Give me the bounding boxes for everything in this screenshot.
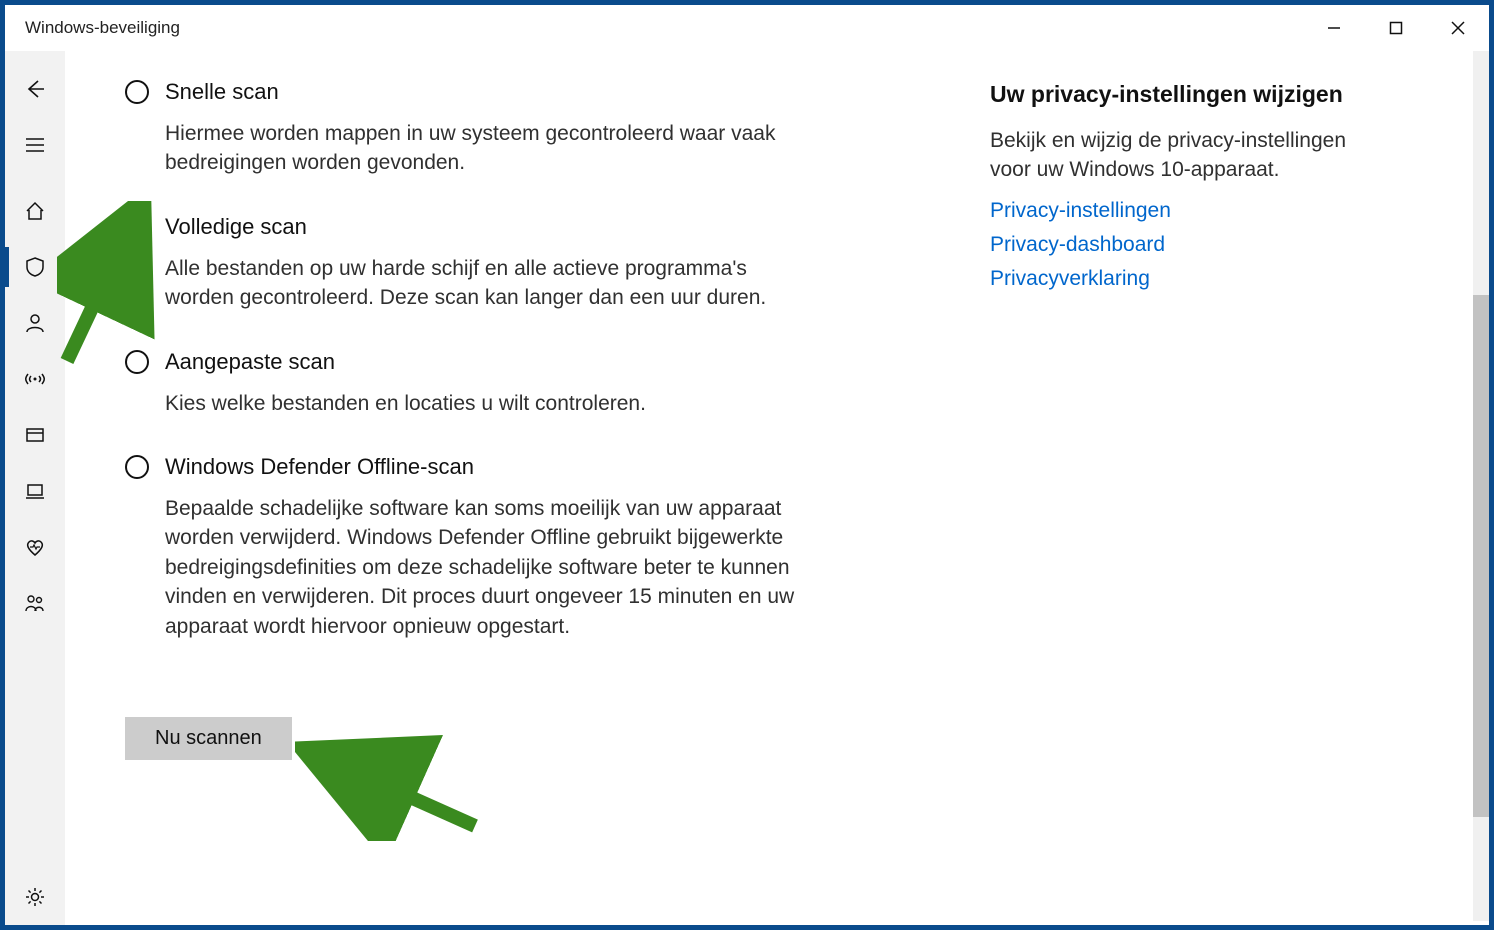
- radio-offline-scan[interactable]: [125, 455, 149, 479]
- option-offline-scan: Windows Defender Offline-scan Bepaalde s…: [125, 454, 845, 641]
- option-quick-scan: Snelle scan Hiermee worden mappen in uw …: [125, 79, 845, 178]
- maximize-button[interactable]: [1365, 5, 1427, 51]
- close-button[interactable]: [1427, 5, 1489, 51]
- sidebar-item-account[interactable]: [5, 295, 65, 351]
- gear-icon: [24, 886, 46, 908]
- minimize-button[interactable]: [1303, 5, 1365, 51]
- privacy-heading: Uw privacy-instellingen wijzigen: [990, 81, 1350, 108]
- link-privacy-settings[interactable]: Privacy-instellingen: [990, 199, 1350, 223]
- main-content: Snelle scan Hiermee worden mappen in uw …: [65, 51, 1489, 925]
- back-arrow-icon: [24, 78, 46, 100]
- heart-icon: [24, 536, 46, 558]
- sidebar-item-settings[interactable]: [5, 869, 65, 925]
- option-label: Windows Defender Offline-scan: [165, 454, 474, 480]
- radio-quick-scan[interactable]: [125, 80, 149, 104]
- home-icon: [24, 200, 46, 222]
- link-privacy-dashboard[interactable]: Privacy-dashboard: [990, 233, 1350, 257]
- back-button[interactable]: [5, 61, 65, 117]
- scroll-thumb[interactable]: [1473, 295, 1489, 817]
- option-label: Aangepaste scan: [165, 349, 335, 375]
- sidebar-item-virus[interactable]: [5, 239, 65, 295]
- sidebar-item-app-control[interactable]: [5, 407, 65, 463]
- window-title: Windows-beveiliging: [25, 18, 180, 38]
- option-desc: Kies welke bestanden en locaties u wilt …: [165, 389, 805, 418]
- option-full-scan: Volledige scan Alle bestanden op uw hard…: [125, 214, 845, 313]
- hamburger-icon: [24, 134, 46, 156]
- option-label: Volledige scan: [165, 214, 307, 240]
- window-controls: [1303, 5, 1489, 51]
- sidebar-item-family[interactable]: [5, 575, 65, 631]
- sidebar-item-firewall[interactable]: [5, 351, 65, 407]
- titlebar: Windows-beveiliging: [5, 5, 1489, 51]
- person-icon: [24, 312, 46, 334]
- scan-now-button[interactable]: Nu scannen: [125, 717, 292, 760]
- shield-icon: [24, 256, 46, 278]
- privacy-panel: Uw privacy-instellingen wijzigen Bekijk …: [990, 81, 1350, 301]
- family-icon: [24, 592, 46, 614]
- privacy-desc: Bekijk en wijzig de privacy-instellingen…: [990, 126, 1350, 185]
- option-desc: Bepaalde schadelijke software kan soms m…: [165, 494, 805, 641]
- window-icon: [24, 424, 46, 446]
- link-privacy-statement[interactable]: Privacyverklaring: [990, 267, 1350, 291]
- sidebar-item-home[interactable]: [5, 183, 65, 239]
- antenna-icon: [24, 368, 46, 390]
- radio-custom-scan[interactable]: [125, 350, 149, 374]
- option-label: Snelle scan: [165, 79, 279, 105]
- option-custom-scan: Aangepaste scan Kies welke bestanden en …: [125, 349, 845, 418]
- sidebar-item-health[interactable]: [5, 519, 65, 575]
- sidebar: [5, 51, 65, 925]
- menu-button[interactable]: [5, 117, 65, 173]
- laptop-icon: [24, 480, 46, 502]
- radio-full-scan[interactable]: [125, 215, 149, 239]
- option-desc: Hiermee worden mappen in uw systeem geco…: [165, 119, 805, 178]
- sidebar-item-device[interactable]: [5, 463, 65, 519]
- option-desc: Alle bestanden op uw harde schijf en all…: [165, 254, 805, 313]
- scrollbar[interactable]: [1473, 51, 1489, 921]
- scan-options: Snelle scan Hiermee worden mappen in uw …: [125, 79, 845, 925]
